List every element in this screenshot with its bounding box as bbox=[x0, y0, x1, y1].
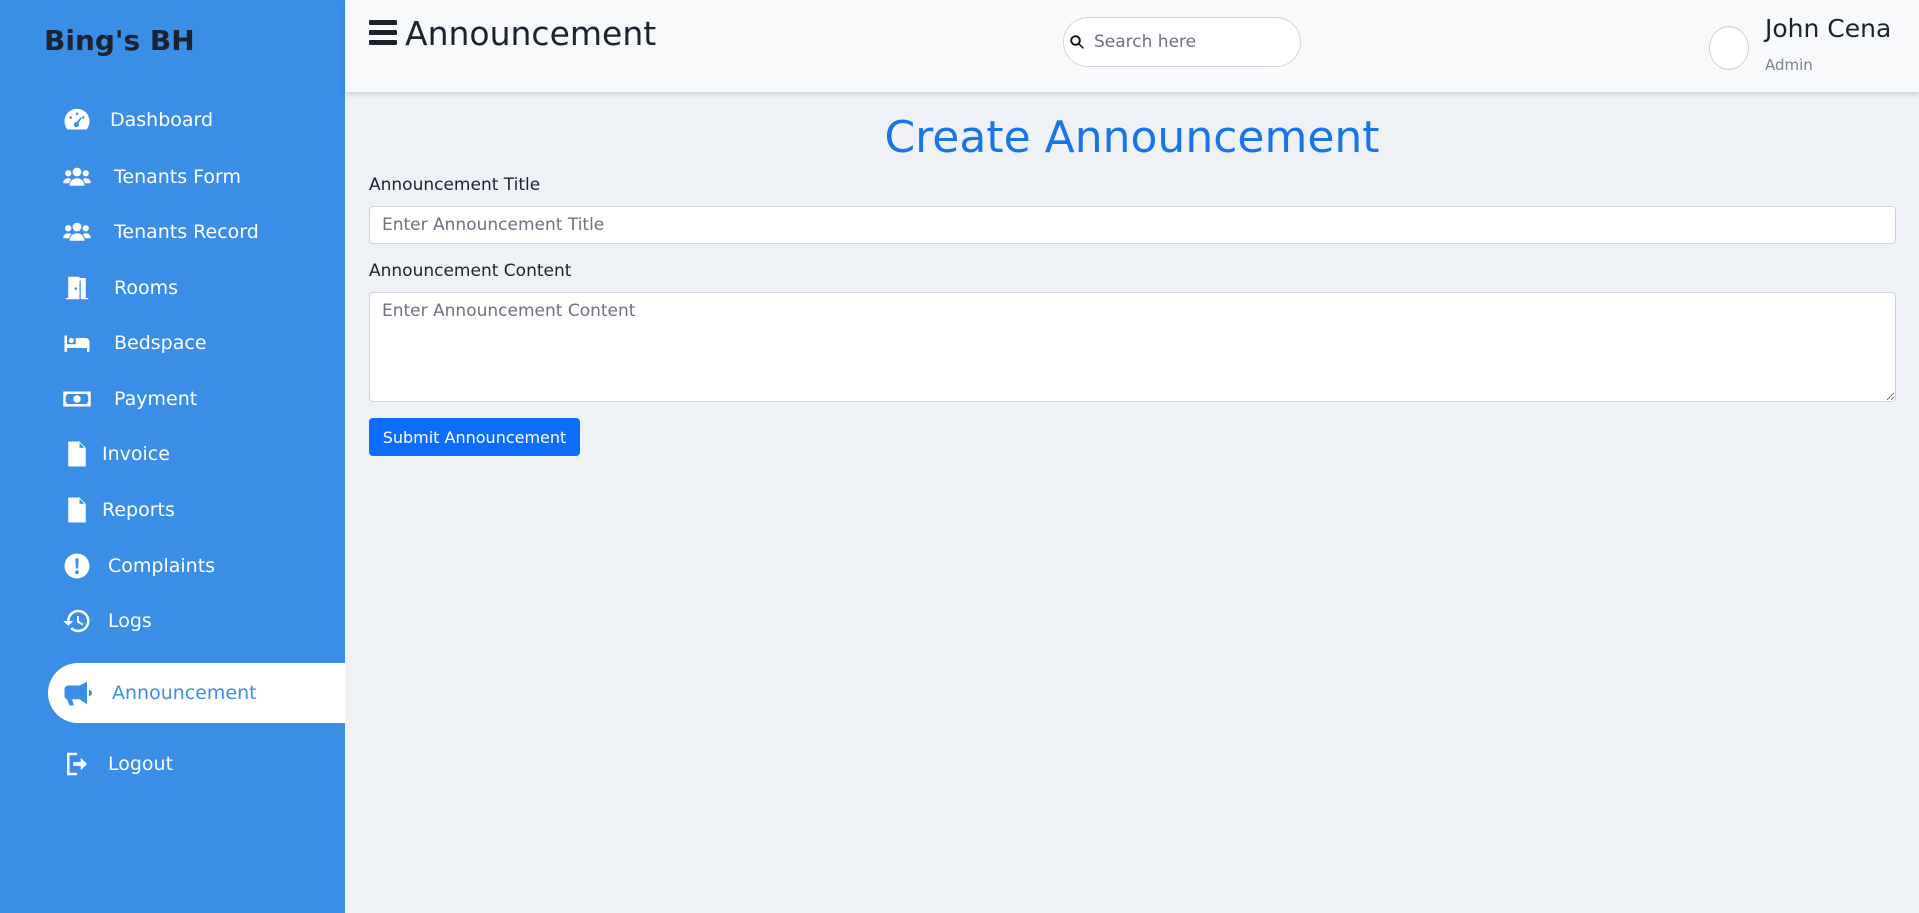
sidebar-item-label: Invoice bbox=[102, 443, 170, 465]
sidebar-item-label: Tenants Form bbox=[114, 166, 242, 188]
sidebar-item-logs[interactable]: Logs bbox=[62, 601, 152, 641]
sidebar-item-payment[interactable]: Payment bbox=[62, 379, 197, 419]
money-icon bbox=[62, 384, 92, 414]
sidebar-item-label: Reports bbox=[102, 499, 175, 521]
search-input[interactable] bbox=[1094, 32, 1274, 52]
sidebar-item-announcement[interactable]: Announcement bbox=[48, 663, 345, 723]
announcement-content-textarea[interactable] bbox=[369, 292, 1896, 402]
sidebar-item-label: Complaints bbox=[108, 555, 216, 577]
sidebar-item-label: Bedspace bbox=[114, 332, 207, 354]
page-title: Announcement bbox=[405, 14, 657, 53]
history-icon bbox=[62, 606, 92, 636]
sidebar-item-reports[interactable]: Reports bbox=[62, 490, 175, 530]
report-icon bbox=[62, 495, 92, 525]
logout-icon bbox=[62, 749, 92, 779]
announcement-title-input[interactable] bbox=[369, 206, 1896, 244]
search-icon bbox=[1068, 33, 1086, 51]
menu-toggle-icon[interactable] bbox=[369, 20, 397, 48]
search-box bbox=[1063, 17, 1301, 67]
sidebar-item-bedspace[interactable]: Bedspace bbox=[62, 323, 207, 363]
sidebar-item-rooms[interactable]: Rooms bbox=[62, 268, 178, 308]
sidebar-item-label: Logs bbox=[108, 610, 152, 632]
megaphone-icon bbox=[62, 678, 92, 708]
users-icon bbox=[62, 217, 92, 247]
avatar[interactable] bbox=[1709, 26, 1749, 70]
sidebar-item-label: Payment bbox=[114, 388, 198, 410]
brand-title: Bing's BH bbox=[44, 24, 195, 57]
sidebar-item-invoice[interactable]: Invoice bbox=[62, 434, 170, 474]
top-header: Announcement John Cena Admin bbox=[345, 0, 1919, 93]
invoice-icon bbox=[62, 439, 92, 469]
sidebar-item-label: Logout bbox=[108, 753, 174, 775]
sidebar-item-tenants-record[interactable]: Tenants Record bbox=[62, 212, 259, 252]
user-name: John Cena bbox=[1765, 14, 1892, 43]
sidebar-item-label: Dashboard bbox=[110, 109, 214, 131]
sidebar-item-label: Announcement bbox=[112, 682, 257, 704]
form-heading: Create Announcement bbox=[884, 112, 1380, 163]
users-icon bbox=[62, 162, 92, 192]
submit-announcement-button[interactable]: Submit Announcement bbox=[369, 418, 580, 456]
app-root: Bing's BH Dashboard Tenants Form Tenants… bbox=[0, 0, 1919, 913]
sidebar-item-tenants-form[interactable]: Tenants Form bbox=[62, 157, 241, 197]
sidebar-item-dashboard[interactable]: Dashboard bbox=[62, 100, 213, 140]
announcement-title-label: Announcement Title bbox=[369, 175, 541, 195]
sidebar-item-label: Rooms bbox=[114, 277, 179, 299]
exclamation-icon bbox=[62, 551, 92, 581]
sidebar-item-logout[interactable]: Logout bbox=[62, 744, 173, 784]
announcement-content-label: Announcement Content bbox=[369, 261, 572, 281]
sidebar-item-complaints[interactable]: Complaints bbox=[62, 546, 215, 586]
dashboard-icon bbox=[62, 105, 92, 135]
sidebar: Bing's BH Dashboard Tenants Form Tenants… bbox=[0, 0, 345, 913]
user-role: Admin bbox=[1765, 56, 1813, 74]
door-icon bbox=[62, 273, 92, 303]
bed-icon bbox=[62, 328, 92, 358]
sidebar-item-label: Tenants Record bbox=[114, 221, 259, 243]
